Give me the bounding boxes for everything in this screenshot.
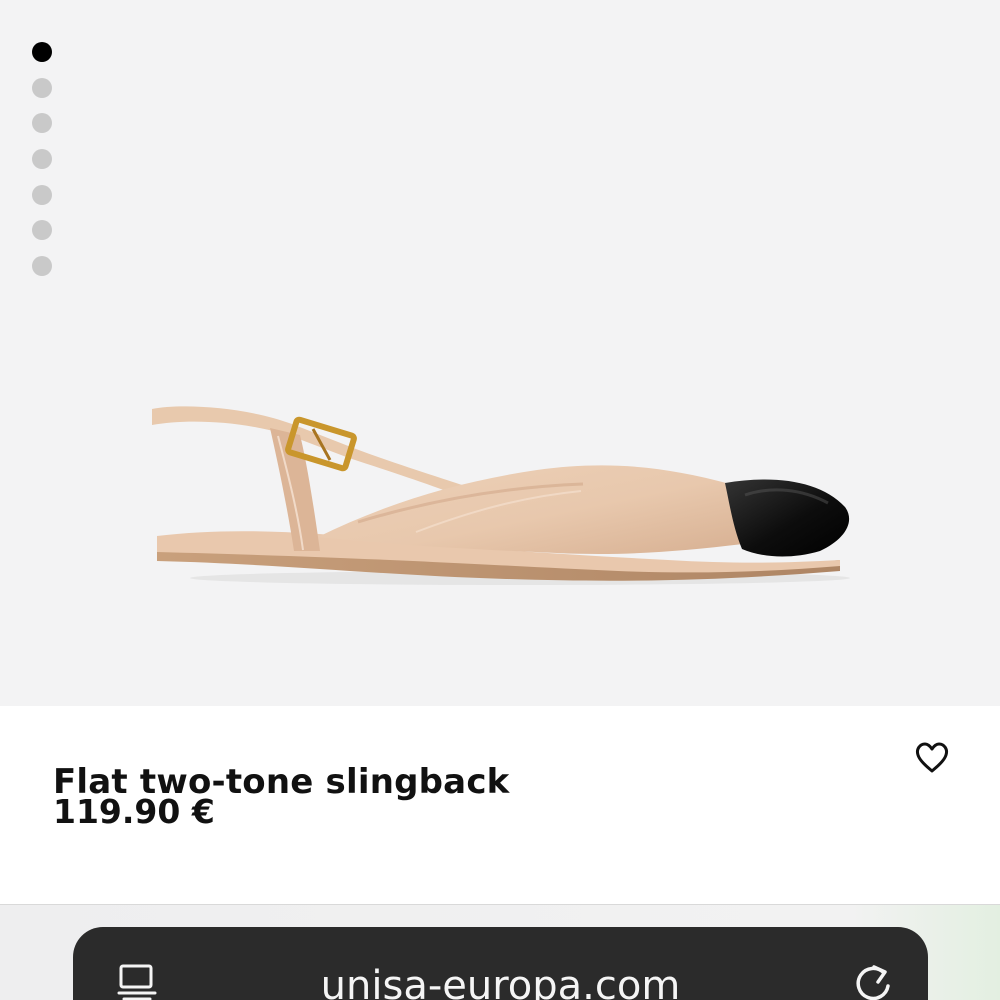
gallery-dot-3[interactable] — [32, 113, 52, 134]
product-page: Flat two-tone slingback 119.90 € unisa-e… — [0, 0, 1000, 1000]
gallery-dot-2[interactable] — [32, 77, 52, 98]
product-image-gallery[interactable] — [0, 0, 1000, 706]
gallery-dot-6[interactable] — [32, 220, 52, 241]
gallery-dot-4[interactable] — [32, 149, 52, 170]
gallery-dot-5[interactable] — [32, 184, 52, 205]
slingback-shoe-image — [152, 406, 850, 585]
product-price: 119.90 € — [53, 792, 215, 831]
gallery-dot-1[interactable] — [32, 42, 52, 62]
gallery-dot-7[interactable] — [32, 256, 52, 277]
heart-icon[interactable] — [914, 740, 950, 776]
url-text[interactable]: unisa-europa.com — [73, 963, 928, 1000]
product-info: Flat two-tone slingback 119.90 € — [0, 706, 1000, 904]
address-bar[interactable]: unisa-europa.com — [73, 927, 928, 1000]
reload-icon[interactable] — [851, 961, 895, 1000]
gallery-pagination — [32, 42, 52, 292]
browser-chrome: unisa-europa.com — [0, 904, 1000, 1000]
